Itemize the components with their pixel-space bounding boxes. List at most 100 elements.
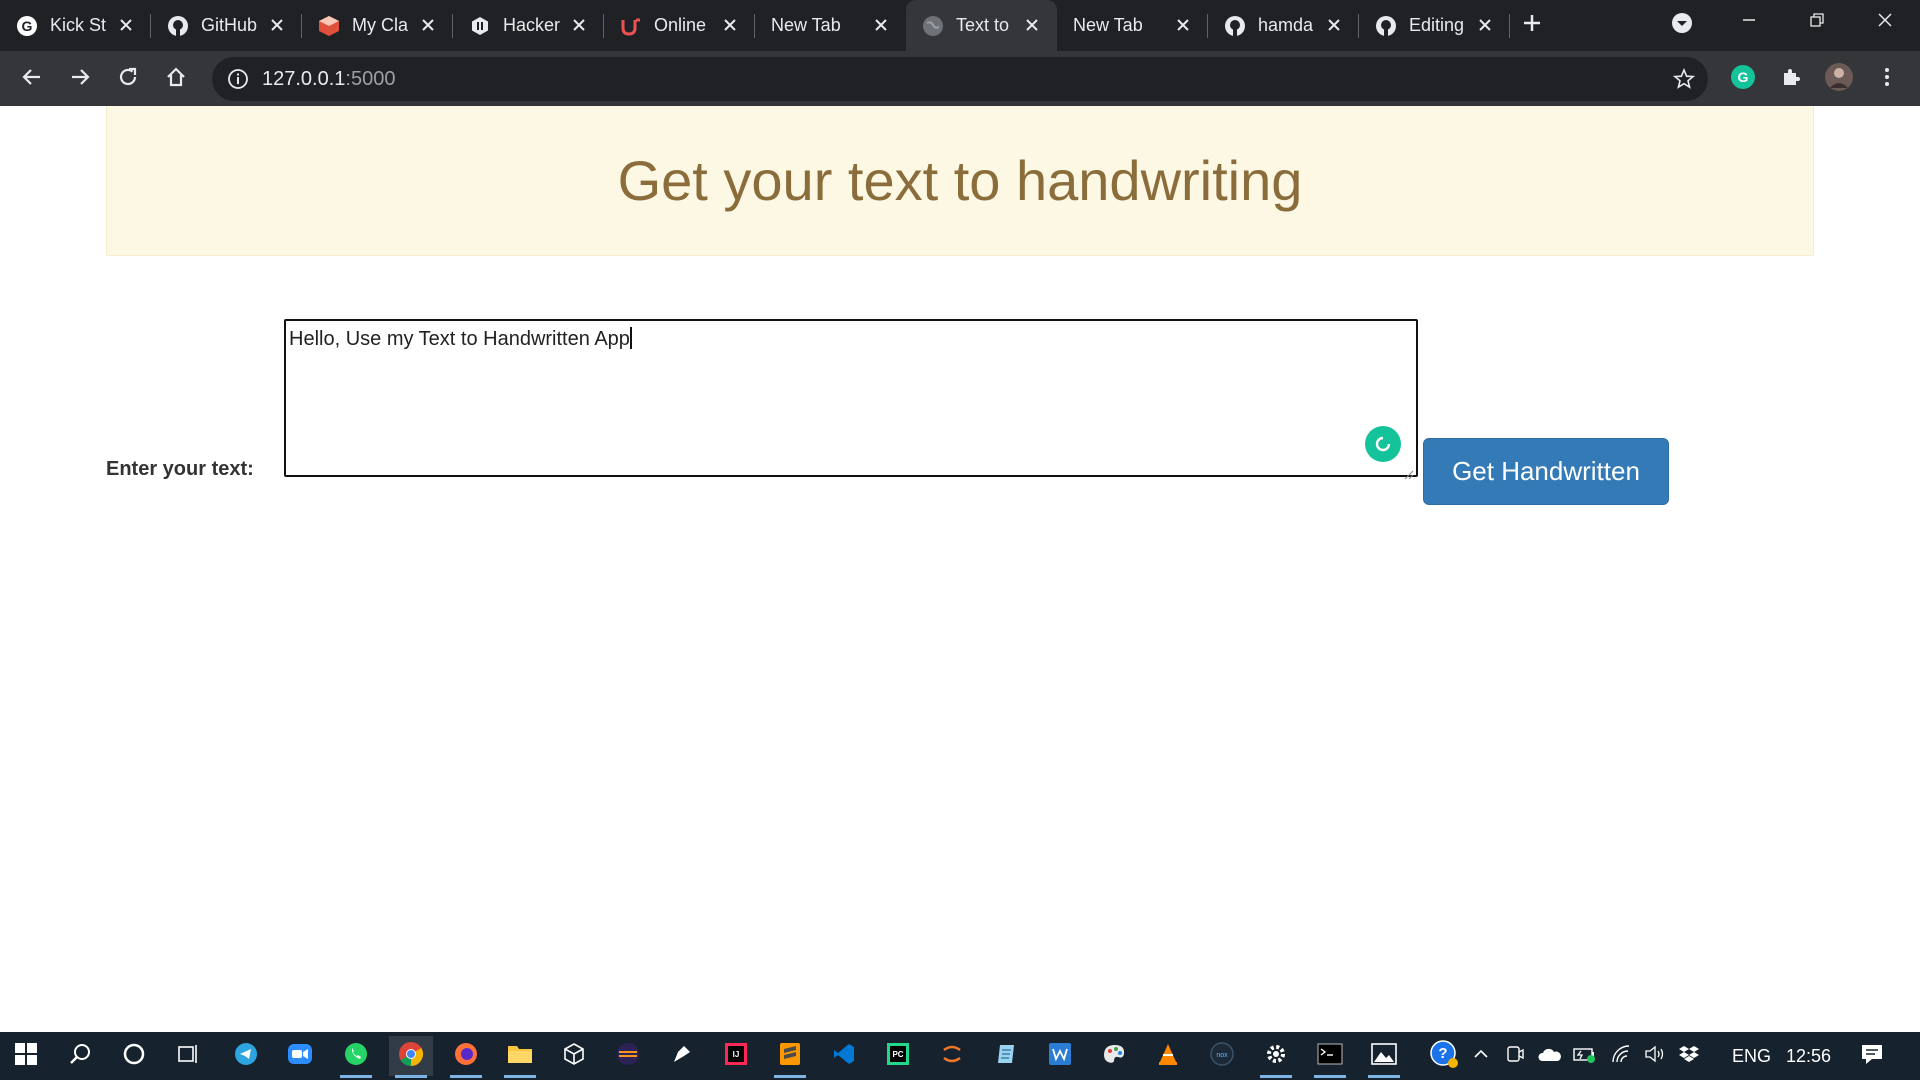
tab-title: Online (654, 15, 707, 35)
jupyter-app[interactable] (930, 1036, 974, 1076)
extensions-button[interactable] (1771, 59, 1811, 99)
start-button[interactable] (4, 1036, 48, 1076)
photos-app[interactable] (1362, 1036, 1406, 1078)
volume-tray-icon[interactable] (1640, 1036, 1670, 1076)
resize-handle-icon[interactable] (1404, 463, 1414, 480)
whatsapp-app[interactable] (334, 1036, 378, 1078)
close-tab-icon[interactable] (1172, 14, 1194, 36)
clock[interactable]: 12:56 (1786, 1046, 1831, 1067)
tab-my-classes[interactable]: My Cla (302, 0, 453, 51)
help-tray-button[interactable]: ? (1422, 1036, 1466, 1076)
text-input-area[interactable]: Hello, Use my Text to Handwritten App (284, 319, 1418, 480)
tab-hamda[interactable]: hamda (1208, 0, 1359, 51)
inkscape-app[interactable] (660, 1036, 704, 1076)
grammarly-icon[interactable] (1365, 426, 1401, 462)
close-tab-icon[interactable] (266, 14, 288, 36)
tab-kick-start[interactable]: G Kick St (0, 0, 151, 51)
tab-search-button[interactable] (1662, 10, 1702, 40)
input-language-indicator[interactable]: ENG (1732, 1046, 1771, 1067)
onedrive-tray-icon[interactable] (1534, 1036, 1566, 1076)
puzzle-icon (1780, 66, 1802, 93)
close-tab-icon[interactable] (870, 14, 892, 36)
tab-text-to-handwriting[interactable]: Text to (906, 0, 1057, 51)
close-tab-icon[interactable] (1474, 14, 1496, 36)
intellij-app[interactable]: IJ (714, 1036, 758, 1076)
restore-button[interactable] (1784, 0, 1850, 44)
reload-button[interactable] (108, 59, 148, 99)
terminal-app[interactable] (1308, 1036, 1352, 1078)
notepad-icon (994, 1042, 1018, 1071)
info-icon[interactable] (226, 67, 250, 91)
vlc-app[interactable] (1146, 1036, 1190, 1076)
task-view-button[interactable] (166, 1036, 210, 1076)
pycharm-app[interactable]: PC (876, 1036, 920, 1076)
address-bar[interactable]: 127.0.0.1:5000 (212, 57, 1708, 101)
settings-app[interactable] (1254, 1036, 1298, 1078)
arrow-right-icon (69, 66, 91, 93)
grammarly-extension-button[interactable]: G (1723, 59, 1763, 99)
pycharm-icon: PC (886, 1042, 910, 1071)
eclipse-app[interactable] (606, 1036, 650, 1076)
search-button[interactable] (58, 1036, 102, 1076)
meet-now-tray-icon[interactable] (1500, 1036, 1530, 1076)
telegram-app[interactable] (224, 1036, 268, 1076)
home-button[interactable] (156, 59, 196, 99)
page-viewport: Get your text to handwriting Enter your … (0, 106, 1920, 1032)
tab-new-tab[interactable]: New Tab (1057, 0, 1208, 51)
header-banner: Get your text to handwriting (106, 106, 1814, 256)
chrome-app[interactable] (389, 1036, 433, 1078)
tab-title: hamda (1258, 15, 1314, 35)
cortana-button[interactable] (112, 1036, 156, 1076)
dropbox-icon (1678, 1044, 1700, 1069)
dropbox-tray-icon[interactable] (1674, 1036, 1704, 1076)
word-app[interactable] (1038, 1036, 1082, 1076)
zoom-app[interactable] (278, 1036, 322, 1076)
tab-new-tab[interactable]: New Tab (755, 0, 906, 51)
close-tab-icon[interactable] (1021, 14, 1043, 36)
new-tab-button[interactable] (1510, 0, 1554, 51)
firefox-icon (453, 1041, 479, 1072)
close-tab-icon[interactable] (115, 14, 137, 36)
minimize-button[interactable] (1716, 0, 1782, 44)
back-button[interactable] (12, 59, 52, 99)
menu-button[interactable] (1867, 59, 1907, 99)
sublime-app[interactable] (768, 1036, 812, 1078)
notes-app[interactable] (984, 1036, 1028, 1076)
firefox-app[interactable] (444, 1036, 488, 1078)
virtualbox-app[interactable] (552, 1036, 596, 1076)
avatar (1824, 62, 1854, 97)
profile-button[interactable] (1819, 59, 1859, 99)
action-center-button[interactable] (1850, 1036, 1894, 1076)
tab-editing[interactable]: Editing (1359, 0, 1510, 51)
url-port: :5000 (345, 68, 396, 90)
tab-title: Editing (1409, 15, 1465, 35)
jupyter-icon (940, 1042, 964, 1071)
word-icon (1048, 1042, 1072, 1071)
github-icon (1224, 15, 1246, 37)
gear-icon (1264, 1042, 1288, 1071)
close-tab-icon[interactable] (417, 14, 439, 36)
tab-online[interactable]: Online (604, 0, 755, 51)
close-tab-icon[interactable] (1323, 14, 1345, 36)
tab-github[interactable]: GitHub (151, 0, 302, 51)
vscode-app[interactable] (822, 1036, 866, 1076)
forward-button[interactable] (60, 59, 100, 99)
battery-charging-icon (1572, 1044, 1598, 1069)
nox-app[interactable]: nox (1200, 1036, 1244, 1076)
bookmark-star-icon[interactable] (1670, 65, 1698, 93)
page-title: Get your text to handwriting (617, 149, 1303, 212)
close-window-button[interactable] (1852, 0, 1918, 44)
nox-icon: nox (1209, 1041, 1235, 1072)
tab-hacker[interactable]: Hacker (453, 0, 604, 51)
file-explorer-app[interactable] (498, 1036, 542, 1078)
close-tab-icon[interactable] (568, 14, 590, 36)
url-host: 127.0.0.1 (262, 68, 346, 90)
get-handwritten-button[interactable]: Get Handwritten (1423, 438, 1669, 505)
grammarly-icon: G (1730, 64, 1756, 95)
battery-tray-icon[interactable] (1570, 1036, 1600, 1076)
paint-app[interactable] (1092, 1036, 1136, 1076)
close-tab-icon[interactable] (719, 14, 741, 36)
wifi-tray-icon[interactable] (1606, 1036, 1636, 1076)
show-hidden-icons-button[interactable] (1466, 1036, 1496, 1076)
home-icon (165, 66, 187, 93)
